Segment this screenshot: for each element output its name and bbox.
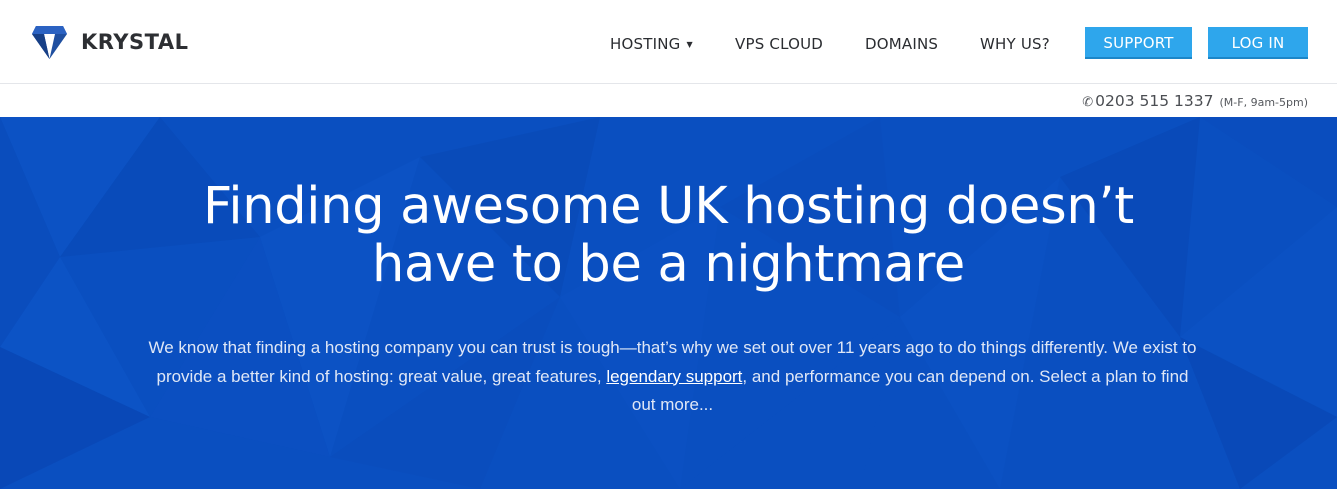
nav-item-domains[interactable]: DOMAINS	[865, 34, 938, 54]
site-header: KRYSTAL HOSTING ▼ VPS CLOUD DOMAINS WHY U…	[0, 0, 1337, 84]
nav-item-vps-cloud[interactable]: VPS CLOUD	[735, 34, 823, 54]
hero-headline: Finding awesome UK hosting doesn’t have …	[0, 178, 1337, 294]
polygon-background	[0, 117, 1337, 489]
phone-icon: ✆	[1082, 94, 1094, 109]
headline-line-1: Finding awesome UK hosting doesn’t	[203, 177, 1134, 236]
phone-contact[interactable]: ✆ 0203 515 1337 (M-F, 9am-5pm)	[1082, 92, 1308, 112]
phone-number: 0203 515 1337	[1095, 92, 1214, 110]
hero-description: We know that finding a hosting company y…	[148, 334, 1197, 420]
nav-item-hosting[interactable]: HOSTING ▼	[610, 34, 693, 54]
nav-item-label: HOSTING	[610, 35, 681, 53]
hero-section: Finding awesome UK hosting doesn’t have …	[0, 117, 1337, 489]
caret-down-icon: ▼	[686, 40, 693, 49]
brand-name: KRYSTAL	[81, 30, 189, 54]
headline-line-2: have to be a nightmare	[372, 235, 965, 294]
support-button[interactable]: SUPPORT	[1085, 27, 1192, 59]
krystal-logo[interactable]: KRYSTAL	[31, 24, 188, 60]
support-hours: (M-F, 9am-5pm)	[1219, 96, 1308, 109]
legendary-support-link[interactable]: legendary support	[606, 367, 742, 386]
diamond-logo-icon	[32, 26, 67, 59]
login-button[interactable]: LOG IN	[1208, 27, 1308, 59]
nav-item-why-us[interactable]: WHY US?	[980, 34, 1050, 54]
